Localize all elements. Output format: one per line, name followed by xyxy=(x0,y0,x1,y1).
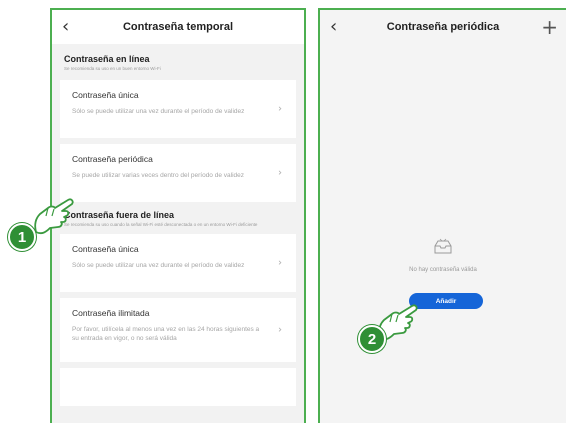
item-title: Contraseña única xyxy=(72,90,139,100)
back-icon[interactable]: ‹ xyxy=(330,16,337,37)
offline-unlimited-password-item[interactable]: Contraseña ilimitada Por favor, utilícel… xyxy=(60,298,296,362)
online-periodic-password-item[interactable]: Contraseña periódica Se puede utilizar v… xyxy=(60,144,296,202)
online-section-note: Se recomienda su uso en un buen entorno … xyxy=(64,66,161,71)
page-title: Contraseña temporal xyxy=(122,21,234,33)
chevron-right-icon: › xyxy=(278,324,282,336)
empty-inbox-icon xyxy=(434,238,452,254)
page-title: Contraseña periódica xyxy=(386,21,500,33)
chevron-right-icon: › xyxy=(278,167,282,179)
left-phone-screen: ‹ Contraseña temporal Contraseña en líne… xyxy=(50,8,306,423)
left-header: ‹ Contraseña temporal xyxy=(52,10,304,44)
plus-icon[interactable]: + xyxy=(541,15,558,39)
empty-state: No hay contraseña válida xyxy=(320,238,566,273)
partial-list-item[interactable] xyxy=(60,368,296,406)
right-header: ‹ Contraseña periódica + xyxy=(320,10,566,44)
item-title: Contraseña única xyxy=(72,244,139,254)
chevron-right-icon: › xyxy=(278,257,282,269)
online-single-password-item[interactable]: Contraseña única Sólo se puede utilizar … xyxy=(60,80,296,138)
item-title: Contraseña periódica xyxy=(72,154,153,164)
item-description: Sólo se puede utilizar una vez durante e… xyxy=(72,108,245,115)
offline-section-note: Se recomienda su uso cuando la señal Wi-… xyxy=(64,222,258,227)
pointing-hand-icon xyxy=(34,198,74,235)
offline-section-title: Contraseña fuera de línea xyxy=(64,210,175,220)
right-phone-screen: ‹ Contraseña periódica + No hay contrase… xyxy=(318,8,566,423)
step-2-badge: 2 xyxy=(358,325,386,353)
chevron-right-icon: › xyxy=(278,103,282,115)
item-description: Se puede utilizar varias veces dentro de… xyxy=(72,172,244,179)
offline-single-password-item[interactable]: Contraseña única Sólo se puede utilizar … xyxy=(60,234,296,292)
add-button[interactable]: Añadir xyxy=(409,293,483,309)
item-description: Sólo se puede utilizar una vez durante e… xyxy=(72,262,245,269)
empty-state-text: No hay contraseña válida xyxy=(409,267,477,273)
item-description: Por favor, utilícela al menos una vez en… xyxy=(72,326,260,342)
step-1-badge: 1 xyxy=(8,223,36,251)
back-icon[interactable]: ‹ xyxy=(62,16,69,37)
online-section-title: Contraseña en línea xyxy=(64,54,150,64)
item-title: Contraseña ilimitada xyxy=(72,308,150,318)
